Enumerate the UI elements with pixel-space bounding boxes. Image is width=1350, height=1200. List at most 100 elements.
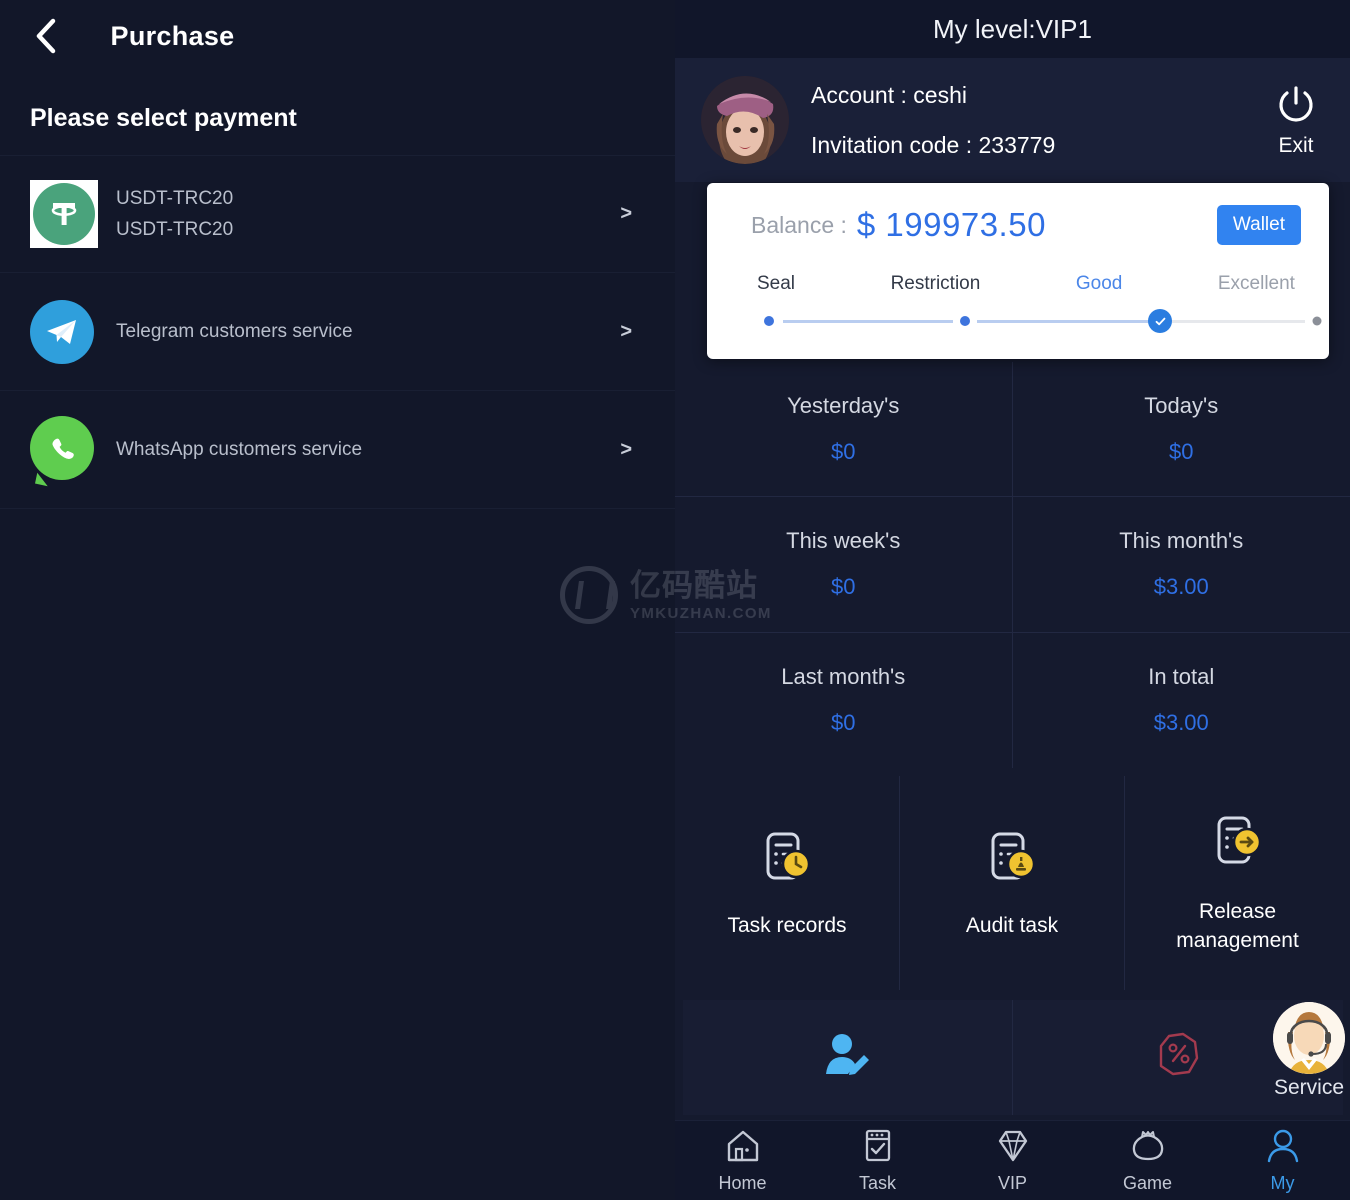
chevron-right-icon: > xyxy=(620,438,632,460)
stat-label: This month's xyxy=(1119,528,1244,554)
balance-label: Balance : xyxy=(751,211,847,238)
user-avatar-image xyxy=(701,76,789,164)
select-payment-heading: Please select payment xyxy=(30,104,297,132)
stat-value: $0 xyxy=(831,574,856,600)
chevron-left-icon xyxy=(33,16,59,56)
stat-value: $0 xyxy=(831,439,856,465)
chevron-right-icon: > xyxy=(620,320,632,342)
level-header: My level:VIP1 xyxy=(675,0,1350,58)
payment-method-telegram[interactable]: Telegram customers service > xyxy=(0,273,675,391)
nav-item-game[interactable]: Game xyxy=(1080,1121,1215,1200)
action-shortcuts xyxy=(683,1000,1343,1115)
customer-service-label: Service xyxy=(1273,1076,1345,1099)
wallet-button[interactable]: Wallet xyxy=(1216,205,1301,245)
user-edit-icon xyxy=(820,1029,876,1086)
balance-card: Balance : $ 199973.50 Wallet Seal Restri… xyxy=(707,183,1329,359)
nav-item-vip[interactable]: VIP xyxy=(945,1121,1080,1200)
nav-item-home[interactable]: Home xyxy=(675,1121,810,1200)
task-shortcuts: Task records Audit task Release manageme… xyxy=(675,776,1350,990)
task-records-icon xyxy=(756,826,818,893)
stat-today[interactable]: Today's $0 xyxy=(1012,362,1350,498)
page-title: Purchase xyxy=(110,20,235,51)
earnings-grid: Yesterday's $0 Today's $0 This week's $0… xyxy=(675,362,1350,768)
payment-method-line1: WhatsApp customers service xyxy=(116,439,363,460)
telegram-icon xyxy=(30,298,98,366)
release-management-icon xyxy=(1207,812,1269,879)
stat-this-month[interactable]: This month's $3.00 xyxy=(1012,497,1350,633)
progress-dot-seal xyxy=(764,316,774,326)
stat-value: $0 xyxy=(831,710,856,736)
discount-percent-icon xyxy=(1149,1028,1207,1087)
money-bag-icon xyxy=(1128,1128,1168,1169)
app-root: Purchase Please select payment USDT-TRC2… xyxy=(0,0,1350,1200)
task-checklist-icon xyxy=(858,1128,898,1169)
power-icon xyxy=(1273,82,1319,133)
invitation-code: Invitation code : 233779 xyxy=(811,132,1056,158)
progress-dot-restriction xyxy=(960,316,970,326)
payment-method-list: USDT-TRC20 USDT-TRC20 > Telegram custome… xyxy=(0,155,675,509)
level-title: My level:VIP1 xyxy=(933,13,1092,44)
level-step-excellent: Excellent xyxy=(1217,273,1295,294)
diamond-icon xyxy=(993,1128,1033,1169)
stat-label: This week's xyxy=(786,528,901,554)
level-step-good: Good xyxy=(1075,273,1123,294)
progress-dot-good-current xyxy=(1148,309,1172,333)
progress-segment-1 xyxy=(783,320,953,323)
purchase-header: Purchase xyxy=(0,0,675,72)
purchase-panel: Purchase Please select payment USDT-TRC2… xyxy=(0,0,675,1200)
stat-value: $0 xyxy=(1169,439,1194,465)
stat-value: $3.00 xyxy=(1153,574,1209,600)
payment-method-usdt[interactable]: USDT-TRC20 USDT-TRC20 > xyxy=(0,155,675,273)
tether-usdt-icon xyxy=(30,180,98,248)
payment-method-labels: WhatsApp customers service xyxy=(116,434,362,465)
stat-label: Last month's xyxy=(781,664,906,690)
stat-in-total[interactable]: In total $3.00 xyxy=(1013,633,1350,768)
exit-button[interactable]: Exit xyxy=(1260,82,1332,158)
invite-user-tile[interactable] xyxy=(683,1000,1013,1115)
stat-last-month[interactable]: Last month's $0 xyxy=(675,632,1013,768)
customer-service-button[interactable]: Service xyxy=(1268,1002,1350,1100)
payment-method-whatsapp[interactable]: WhatsApp customers service > xyxy=(0,391,675,509)
nav-item-task[interactable]: Task xyxy=(810,1121,945,1200)
audit-task-tile[interactable]: Audit task xyxy=(900,776,1125,990)
stat-this-week[interactable]: This week's $0 xyxy=(675,497,1013,633)
level-step-labels: Seal Restriction Good Excellent xyxy=(757,273,1295,295)
chevron-right-icon: > xyxy=(620,202,632,225)
level-step-restriction: Restriction xyxy=(890,273,981,294)
account-block: Account : ceshi Invitation code : 233779… xyxy=(675,58,1350,182)
task-label: Audit task xyxy=(965,914,1059,937)
balance-amount: $ 199973.50 xyxy=(856,206,1046,243)
progress-segment-2 xyxy=(977,320,1151,323)
stat-label: Today's xyxy=(1144,393,1219,419)
nav-label: Home xyxy=(718,1172,767,1193)
stat-value: $3.00 xyxy=(1153,710,1209,736)
account-name: Account : ceshi xyxy=(811,82,967,108)
back-button[interactable] xyxy=(24,14,68,58)
level-progress-track xyxy=(757,309,1322,333)
balance-row: Balance : $ 199973.50 Wallet xyxy=(751,205,1301,245)
earnings-stats: Yesterday's $0 Today's $0 This week's $0… xyxy=(675,362,1350,768)
payment-method-line2: USDT-TRC20 xyxy=(116,219,234,240)
task-label: Task records xyxy=(727,914,847,937)
progress-segment-3 xyxy=(1172,320,1305,323)
task-records-tile[interactable]: Task records xyxy=(675,776,900,990)
bottom-navigation: Home Task VIP Game My xyxy=(675,1120,1350,1200)
stat-yesterday[interactable]: Yesterday's $0 xyxy=(675,362,1013,498)
person-icon xyxy=(1263,1128,1303,1169)
stat-label: Yesterday's xyxy=(787,393,900,419)
task-label: Release management xyxy=(1176,899,1299,952)
check-icon xyxy=(1155,317,1165,325)
exit-label: Exit xyxy=(1278,134,1314,157)
nav-label: Task xyxy=(858,1172,896,1193)
release-management-tile[interactable]: Release management xyxy=(1125,776,1350,990)
account-text: Account : ceshi Invitation code : 233779 xyxy=(811,70,1055,170)
stat-label: In total xyxy=(1148,664,1215,690)
payment-method-labels: Telegram customers service xyxy=(116,316,353,347)
nav-item-my[interactable]: My xyxy=(1215,1121,1350,1200)
nav-label: My xyxy=(1270,1172,1295,1193)
progress-dot-excellent xyxy=(1312,316,1322,326)
payment-method-line1: USDT-TRC20 xyxy=(116,188,234,209)
nav-label: Game xyxy=(1122,1172,1173,1193)
payment-method-labels: USDT-TRC20 USDT-TRC20 xyxy=(116,183,233,245)
audit-task-icon xyxy=(981,826,1043,893)
